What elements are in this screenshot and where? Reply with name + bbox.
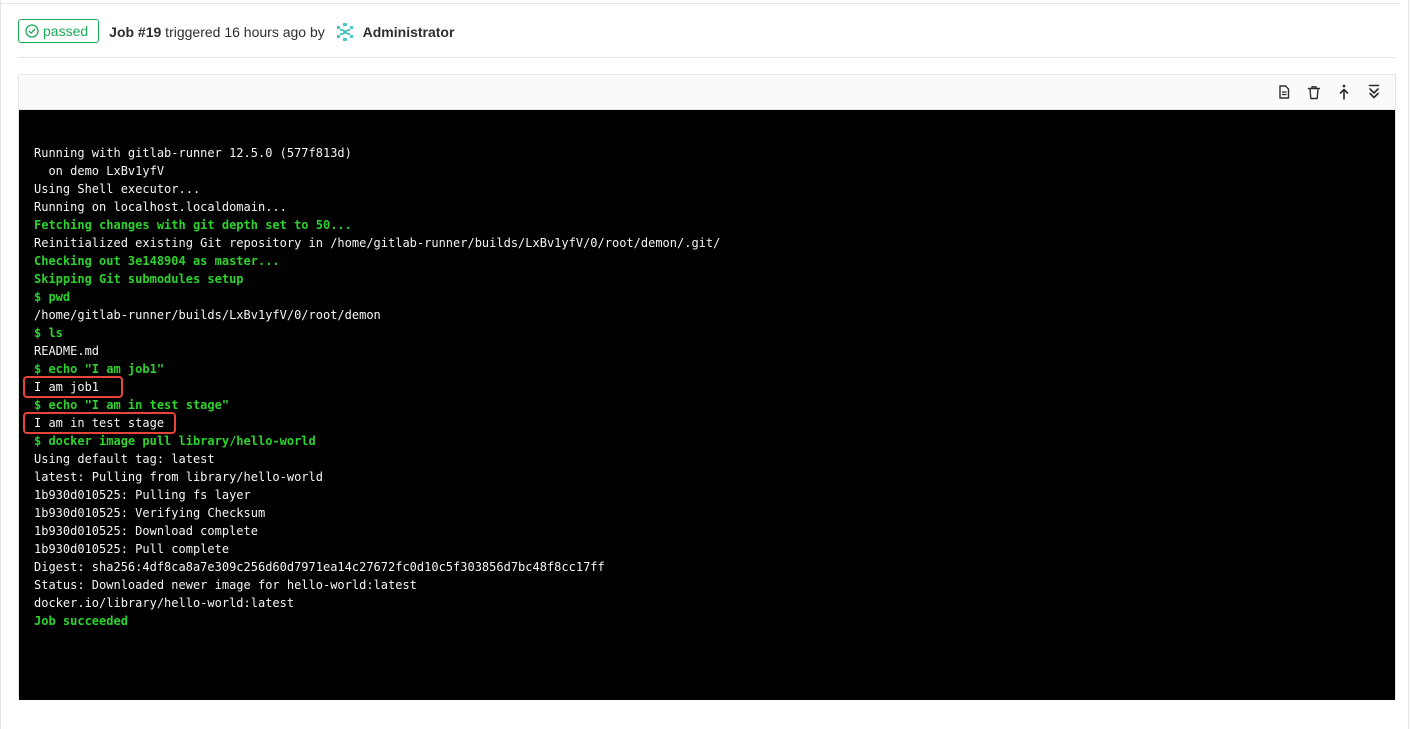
log-line: Digest: sha256:4df8ca8a7e309c256d60d7971…	[34, 560, 605, 574]
log-line: Status: Downloaded newer image for hello…	[34, 578, 417, 592]
log-line: $ pwd	[34, 290, 71, 304]
erase-log-button[interactable]	[1299, 77, 1329, 107]
log-line: Using default tag: latest	[34, 452, 215, 466]
show-raw-log-icon	[1279, 85, 1290, 99]
job-log-output: Running with gitlab-runner 12.5.0 (577f8…	[19, 110, 1395, 700]
status-label: passed	[43, 23, 89, 39]
log-line: docker.io/library/hello-world:latest	[34, 596, 295, 610]
log-line: Running with gitlab-runner 12.5.0 (577f8…	[34, 146, 352, 160]
log-line: Job succeeded	[34, 614, 128, 628]
status-badge[interactable]: passed	[18, 19, 100, 43]
log-line: I am job1	[34, 380, 100, 394]
log-line: $ echo "I am job1"	[34, 362, 165, 376]
highlight-box-test-stage-output	[23, 412, 176, 434]
triggered-text: triggered 16 hours ago by	[161, 24, 329, 40]
scroll-to-bottom-icon	[1368, 84, 1380, 99]
log-line: 1b930d010525: Download complete	[34, 524, 258, 538]
log-line: Running on localhost.localdomain...	[34, 200, 287, 214]
status-success-icon	[25, 24, 39, 38]
log-line: I am in test stage	[34, 416, 165, 430]
log-line: latest: Pulling from library/hello-world	[34, 470, 323, 484]
highlight-box-job1-output	[23, 376, 123, 398]
log-line: $ echo "I am in test stage"	[34, 398, 230, 412]
erase-log-icon	[1307, 85, 1321, 99]
log-line: Fetching changes with git depth set to 5…	[34, 218, 352, 232]
job-id: Job #19	[109, 24, 162, 40]
identicon-avatar-icon	[334, 22, 355, 42]
log-line: Reinitialized existing Git repository in…	[34, 236, 721, 250]
show-raw-log-button[interactable]	[1269, 77, 1299, 107]
log-line: Checking out 3e148904 as master...	[34, 254, 280, 268]
scroll-to-bottom-button[interactable]	[1359, 77, 1389, 107]
user-avatar[interactable]	[334, 22, 355, 42]
log-line: Skipping Git submodules setup	[34, 272, 244, 286]
log-line: README.md	[34, 344, 100, 358]
log-line: on demo LxBv1yfV	[34, 164, 165, 178]
log-line: $ ls	[34, 326, 63, 340]
log-line: 1b930d010525: Verifying Checksum	[34, 506, 266, 520]
scroll-to-top-icon	[1339, 84, 1349, 100]
scroll-to-top-button[interactable]	[1329, 77, 1359, 107]
job-summary: Job #19 triggered 16 hours ago by Admini…	[109, 22, 454, 42]
log-line: $ docker image pull library/hello-world	[34, 434, 316, 448]
job-log-panel: Running with gitlab-runner 12.5.0 (577f8…	[18, 74, 1396, 700]
log-toolbar	[19, 75, 1395, 110]
log-line: Using Shell executor...	[34, 182, 201, 196]
log-line: 1b930d010525: Pull complete	[34, 542, 230, 556]
log-line: /home/gitlab-runner/builds/LxBv1yfV/0/ro…	[34, 308, 381, 322]
user-name[interactable]: Administrator	[363, 24, 455, 40]
job-header: passed Job #19 triggered 16 hours ago by	[18, 17, 1396, 58]
log-line: 1b930d010525: Pulling fs layer	[34, 488, 251, 502]
top-divider	[0, 3, 1400, 4]
